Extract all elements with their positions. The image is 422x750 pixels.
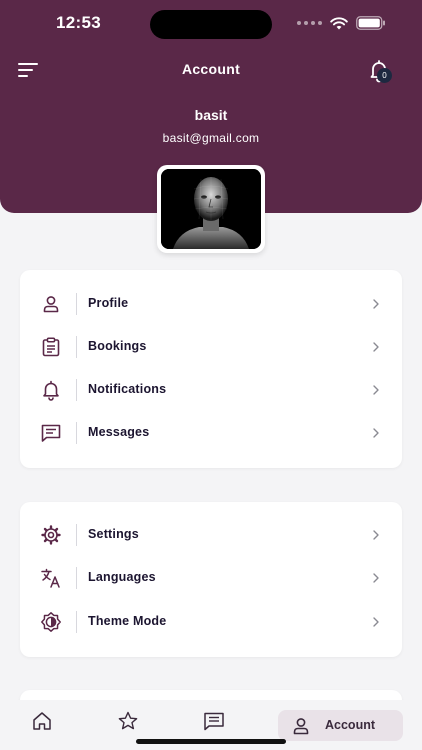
status-time: 12:53: [56, 13, 101, 32]
home-icon: [33, 712, 51, 730]
menu-item-notifications[interactable]: Notifications: [20, 375, 402, 405]
chevron-right-icon: [373, 385, 379, 395]
tab-home[interactable]: [30, 710, 54, 732]
status-bar: 12:53: [0, 0, 422, 46]
battery-icon: [356, 16, 385, 30]
chevron-right-icon: [373, 573, 379, 583]
page-title: Account: [181, 61, 241, 77]
menu-item-languages[interactable]: Languages: [20, 563, 402, 593]
row-divider: [76, 611, 77, 633]
tab-account-label: Account: [325, 718, 375, 732]
menu-item-bookings[interactable]: Bookings: [20, 332, 402, 362]
home-indicator: [136, 739, 286, 744]
tab-favorites[interactable]: [116, 710, 140, 732]
person-icon: [293, 718, 309, 735]
translate-icon: [41, 568, 60, 588]
menu-item-settings[interactable]: Settings: [20, 520, 402, 550]
tab-messages[interactable]: [202, 710, 226, 732]
user-email: basit@gmail.com: [162, 131, 260, 145]
account-menu-card: Profile Bookings Notifications Messages: [20, 270, 402, 468]
menu-item-label: Settings: [88, 527, 139, 541]
preferences-menu-card: Settings Languages Theme Mode: [20, 502, 402, 657]
gear-icon: [41, 525, 61, 545]
theme-icon: [41, 612, 61, 632]
menu-item-label: Notifications: [88, 382, 167, 396]
tab-account[interactable]: Account: [278, 710, 403, 741]
wifi-icon: [330, 16, 348, 29]
menu-item-label: Languages: [88, 570, 156, 584]
notification-count-badge: 0: [377, 68, 392, 83]
menu-item-label: Messages: [88, 425, 150, 439]
avatar[interactable]: [157, 165, 265, 253]
chevron-right-icon: [373, 299, 379, 309]
menu-item-label: Bookings: [88, 339, 147, 353]
user-name: basit: [194, 107, 228, 123]
row-divider: [76, 422, 77, 444]
chevron-right-icon: [373, 530, 379, 540]
message-icon: [204, 712, 224, 731]
signal-icon: [297, 21, 322, 25]
menu-item-theme-mode[interactable]: Theme Mode: [20, 607, 402, 637]
row-divider: [76, 379, 77, 401]
row-divider: [76, 567, 77, 589]
row-divider: [76, 293, 77, 315]
menu-item-label: Profile: [88, 296, 129, 310]
menu-item-label: Theme Mode: [88, 614, 167, 628]
menu-item-profile[interactable]: Profile: [20, 289, 402, 319]
chevron-right-icon: [373, 428, 379, 438]
star-icon: [118, 711, 138, 730]
dynamic-island: [150, 10, 272, 39]
row-divider: [76, 336, 77, 358]
row-divider: [76, 524, 77, 546]
menu-item-messages[interactable]: Messages: [20, 418, 402, 448]
clipboard-icon: [42, 337, 60, 357]
person-icon: [43, 296, 59, 313]
chevron-right-icon: [373, 617, 379, 627]
chevron-right-icon: [373, 342, 379, 352]
bell-icon: [43, 380, 59, 401]
status-icons: [297, 14, 386, 32]
avatar-image: [161, 169, 261, 249]
message-icon: [41, 424, 61, 442]
